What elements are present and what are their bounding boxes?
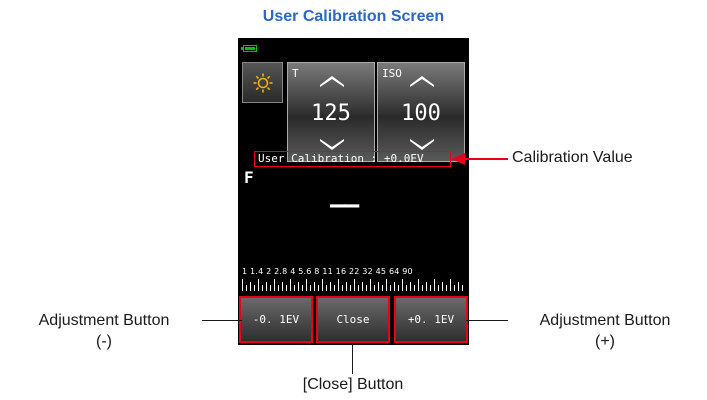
scale-tick <box>426 282 427 291</box>
chevron-up-icon[interactable] <box>318 73 346 87</box>
scale-tick <box>370 279 371 291</box>
calibration-value-display: User Calibration : +0.0EV <box>254 151 451 167</box>
iso-control[interactable]: ISO 100 <box>377 62 465 162</box>
scale-tick <box>318 285 319 291</box>
diagram-title: User Calibration Screen <box>262 8 445 25</box>
scale-tick <box>386 279 387 291</box>
scale-tick <box>266 282 267 291</box>
scale-tick <box>282 282 283 291</box>
scale-tick <box>274 279 275 291</box>
scale-tick <box>310 285 311 291</box>
scale-tick <box>326 285 327 291</box>
scale-tick <box>254 285 255 291</box>
scale-tick <box>354 279 355 291</box>
scale-tick <box>394 282 395 291</box>
scale-tick <box>398 285 399 291</box>
scale-tick <box>338 279 339 291</box>
sun-icon <box>253 73 273 93</box>
scale-tick <box>446 285 447 291</box>
f-number-label: F <box>244 168 254 187</box>
scale-tick <box>382 285 383 291</box>
scale-tick <box>262 285 263 291</box>
adjust-plus-label-line1: Adjustment Button <box>539 312 671 329</box>
adjust-minus-label-line1: Adjustment Button <box>38 312 170 329</box>
calibration-callout-arrow <box>451 153 465 165</box>
adjust-minus-label-line2: (-) <box>96 333 112 350</box>
scale-tick <box>346 282 347 291</box>
iso-label: ISO <box>382 67 402 80</box>
scale-tick <box>350 285 351 291</box>
scale-tick <box>422 285 423 291</box>
scale-tick <box>294 285 295 291</box>
scale-tick <box>330 282 331 291</box>
shutter-label: T <box>292 67 299 80</box>
scale-tick <box>322 279 323 291</box>
scale-tick <box>242 279 243 291</box>
chevron-up-icon[interactable] <box>408 73 436 87</box>
scale-tick <box>302 285 303 291</box>
scale-tick <box>406 285 407 291</box>
scale-tick <box>410 282 411 291</box>
calibration-callout-line <box>462 158 508 160</box>
scale-tick <box>358 285 359 291</box>
scale-tick <box>442 282 443 291</box>
adjust-plus-label-line2: (+) <box>595 333 615 350</box>
scale-ticks <box>242 279 465 291</box>
scale-tick <box>258 279 259 291</box>
scale-tick <box>390 285 391 291</box>
adjust-plus-label: Adjustment Button (+) <box>505 310 705 352</box>
scale-tick <box>246 285 247 291</box>
scale-tick <box>366 285 367 291</box>
scale-tick <box>458 282 459 291</box>
meter-screen: T 125 ISO 100 User Calibration : +0.0EV … <box>238 38 469 345</box>
adjust-plus-button[interactable]: +0. 1EV <box>394 296 468 343</box>
scale-tick <box>342 285 343 291</box>
scale-tick <box>430 285 431 291</box>
battery-icon <box>241 45 257 52</box>
close-button-label: [Close] Button <box>302 376 404 393</box>
scale-tick <box>402 279 403 291</box>
scale-tick <box>378 282 379 291</box>
scale-tick <box>334 285 335 291</box>
scale-tick <box>454 285 455 291</box>
scale-tick <box>450 279 451 291</box>
button-bar: -0. 1EV Close +0. 1EV <box>239 296 468 343</box>
mode-button[interactable] <box>242 62 283 103</box>
scale-tick <box>374 285 375 291</box>
scale-tick <box>362 282 363 291</box>
calibration-value-label: Calibration Value <box>512 149 633 166</box>
shutter-speed-control[interactable]: T 125 <box>287 62 375 162</box>
scale-tick <box>418 279 419 291</box>
scale-tick <box>250 282 251 291</box>
adjust-minus-callout-line <box>202 320 242 321</box>
adjust-plus-callout-line <box>466 320 508 321</box>
scale-tick <box>270 285 271 291</box>
scale-tick <box>462 285 463 291</box>
adjust-minus-label: Adjustment Button (-) <box>4 310 204 352</box>
scale-tick <box>306 279 307 291</box>
scale-tick <box>414 285 415 291</box>
close-callout-line <box>352 344 353 374</box>
scale-tick <box>298 282 299 291</box>
iso-value: 100 <box>401 101 441 126</box>
scale-tick <box>286 285 287 291</box>
scale-tick <box>314 282 315 291</box>
scale-tick <box>290 279 291 291</box>
measurement-reading: —— <box>330 190 359 220</box>
scale-tick <box>434 279 435 291</box>
close-button[interactable]: Close <box>316 296 390 343</box>
scale-tick <box>278 285 279 291</box>
f-number-scale: 1 1.4 2 2.8 4 5.6 8 11 16 22 32 45 64 90 <box>242 267 413 276</box>
scale-tick <box>438 285 439 291</box>
adjust-minus-button[interactable]: -0. 1EV <box>239 296 313 343</box>
shutter-value: 125 <box>311 101 351 126</box>
